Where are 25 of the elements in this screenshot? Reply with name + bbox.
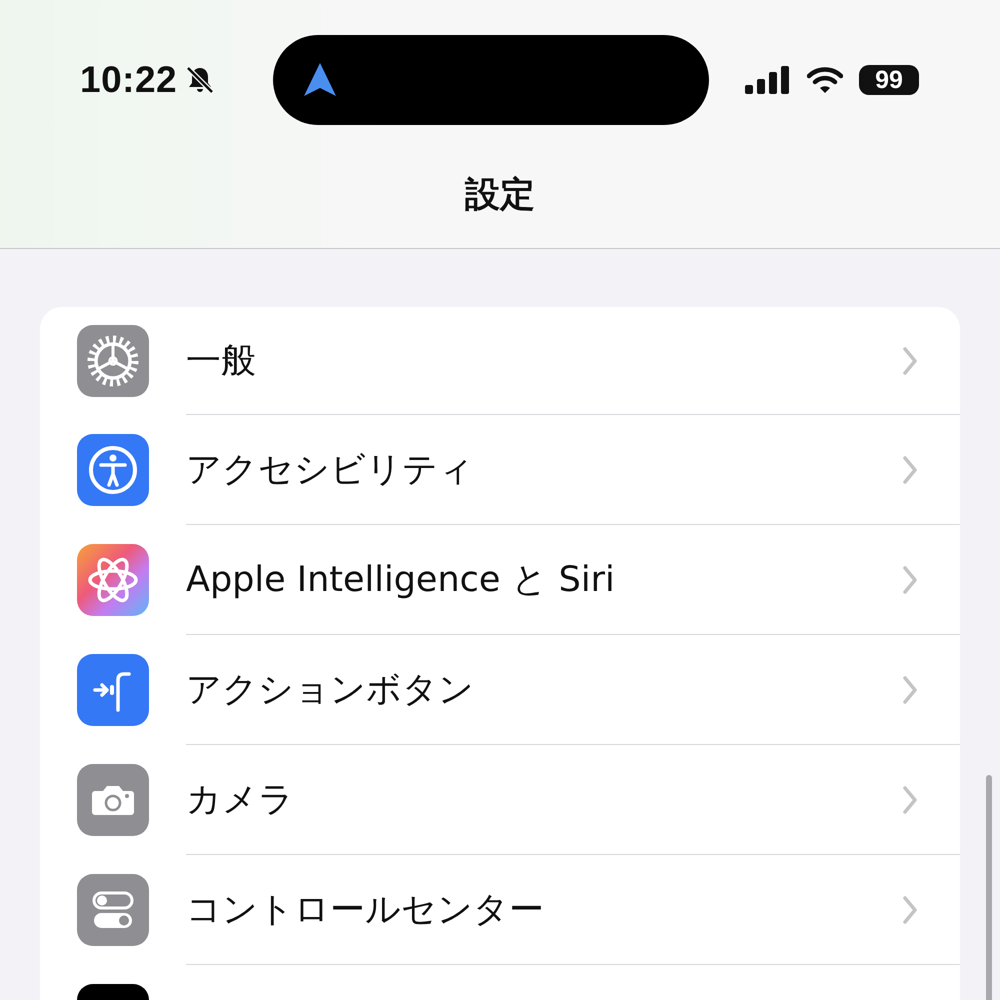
accessibility-icon	[77, 434, 149, 506]
sparkle-loop-icon	[77, 544, 149, 616]
navigation-arrow-icon	[303, 62, 337, 98]
action-button-icon	[77, 654, 149, 726]
chevron-icon	[902, 896, 918, 924]
settings-item[interactable]: アクセシビリティ	[186, 446, 474, 493]
gear-icon	[77, 325, 149, 397]
clock: 10:22	[80, 59, 178, 101]
chevron-icon	[902, 456, 918, 484]
camera-icon	[77, 764, 149, 836]
muted-bell-icon	[185, 65, 216, 95]
wifi-icon	[807, 66, 843, 94]
page-title: 設定	[464, 174, 536, 217]
settings-item[interactable]: アクションボタン	[186, 666, 474, 713]
settings-item[interactable]: 一般	[186, 337, 256, 384]
settings-item[interactable]: コントロールセンター	[186, 886, 544, 933]
chevron-icon	[902, 676, 918, 704]
settings-item[interactable]: カメラ	[186, 776, 294, 823]
battery-level: 99	[875, 66, 903, 94]
chevron-icon	[902, 786, 918, 814]
settings-item[interactable]: Apple Intelligence と Siri	[186, 556, 615, 603]
toggles-icon	[77, 874, 149, 946]
chevron-icon	[902, 346, 918, 374]
chevron-icon	[902, 566, 918, 594]
signal-icon	[745, 66, 791, 94]
